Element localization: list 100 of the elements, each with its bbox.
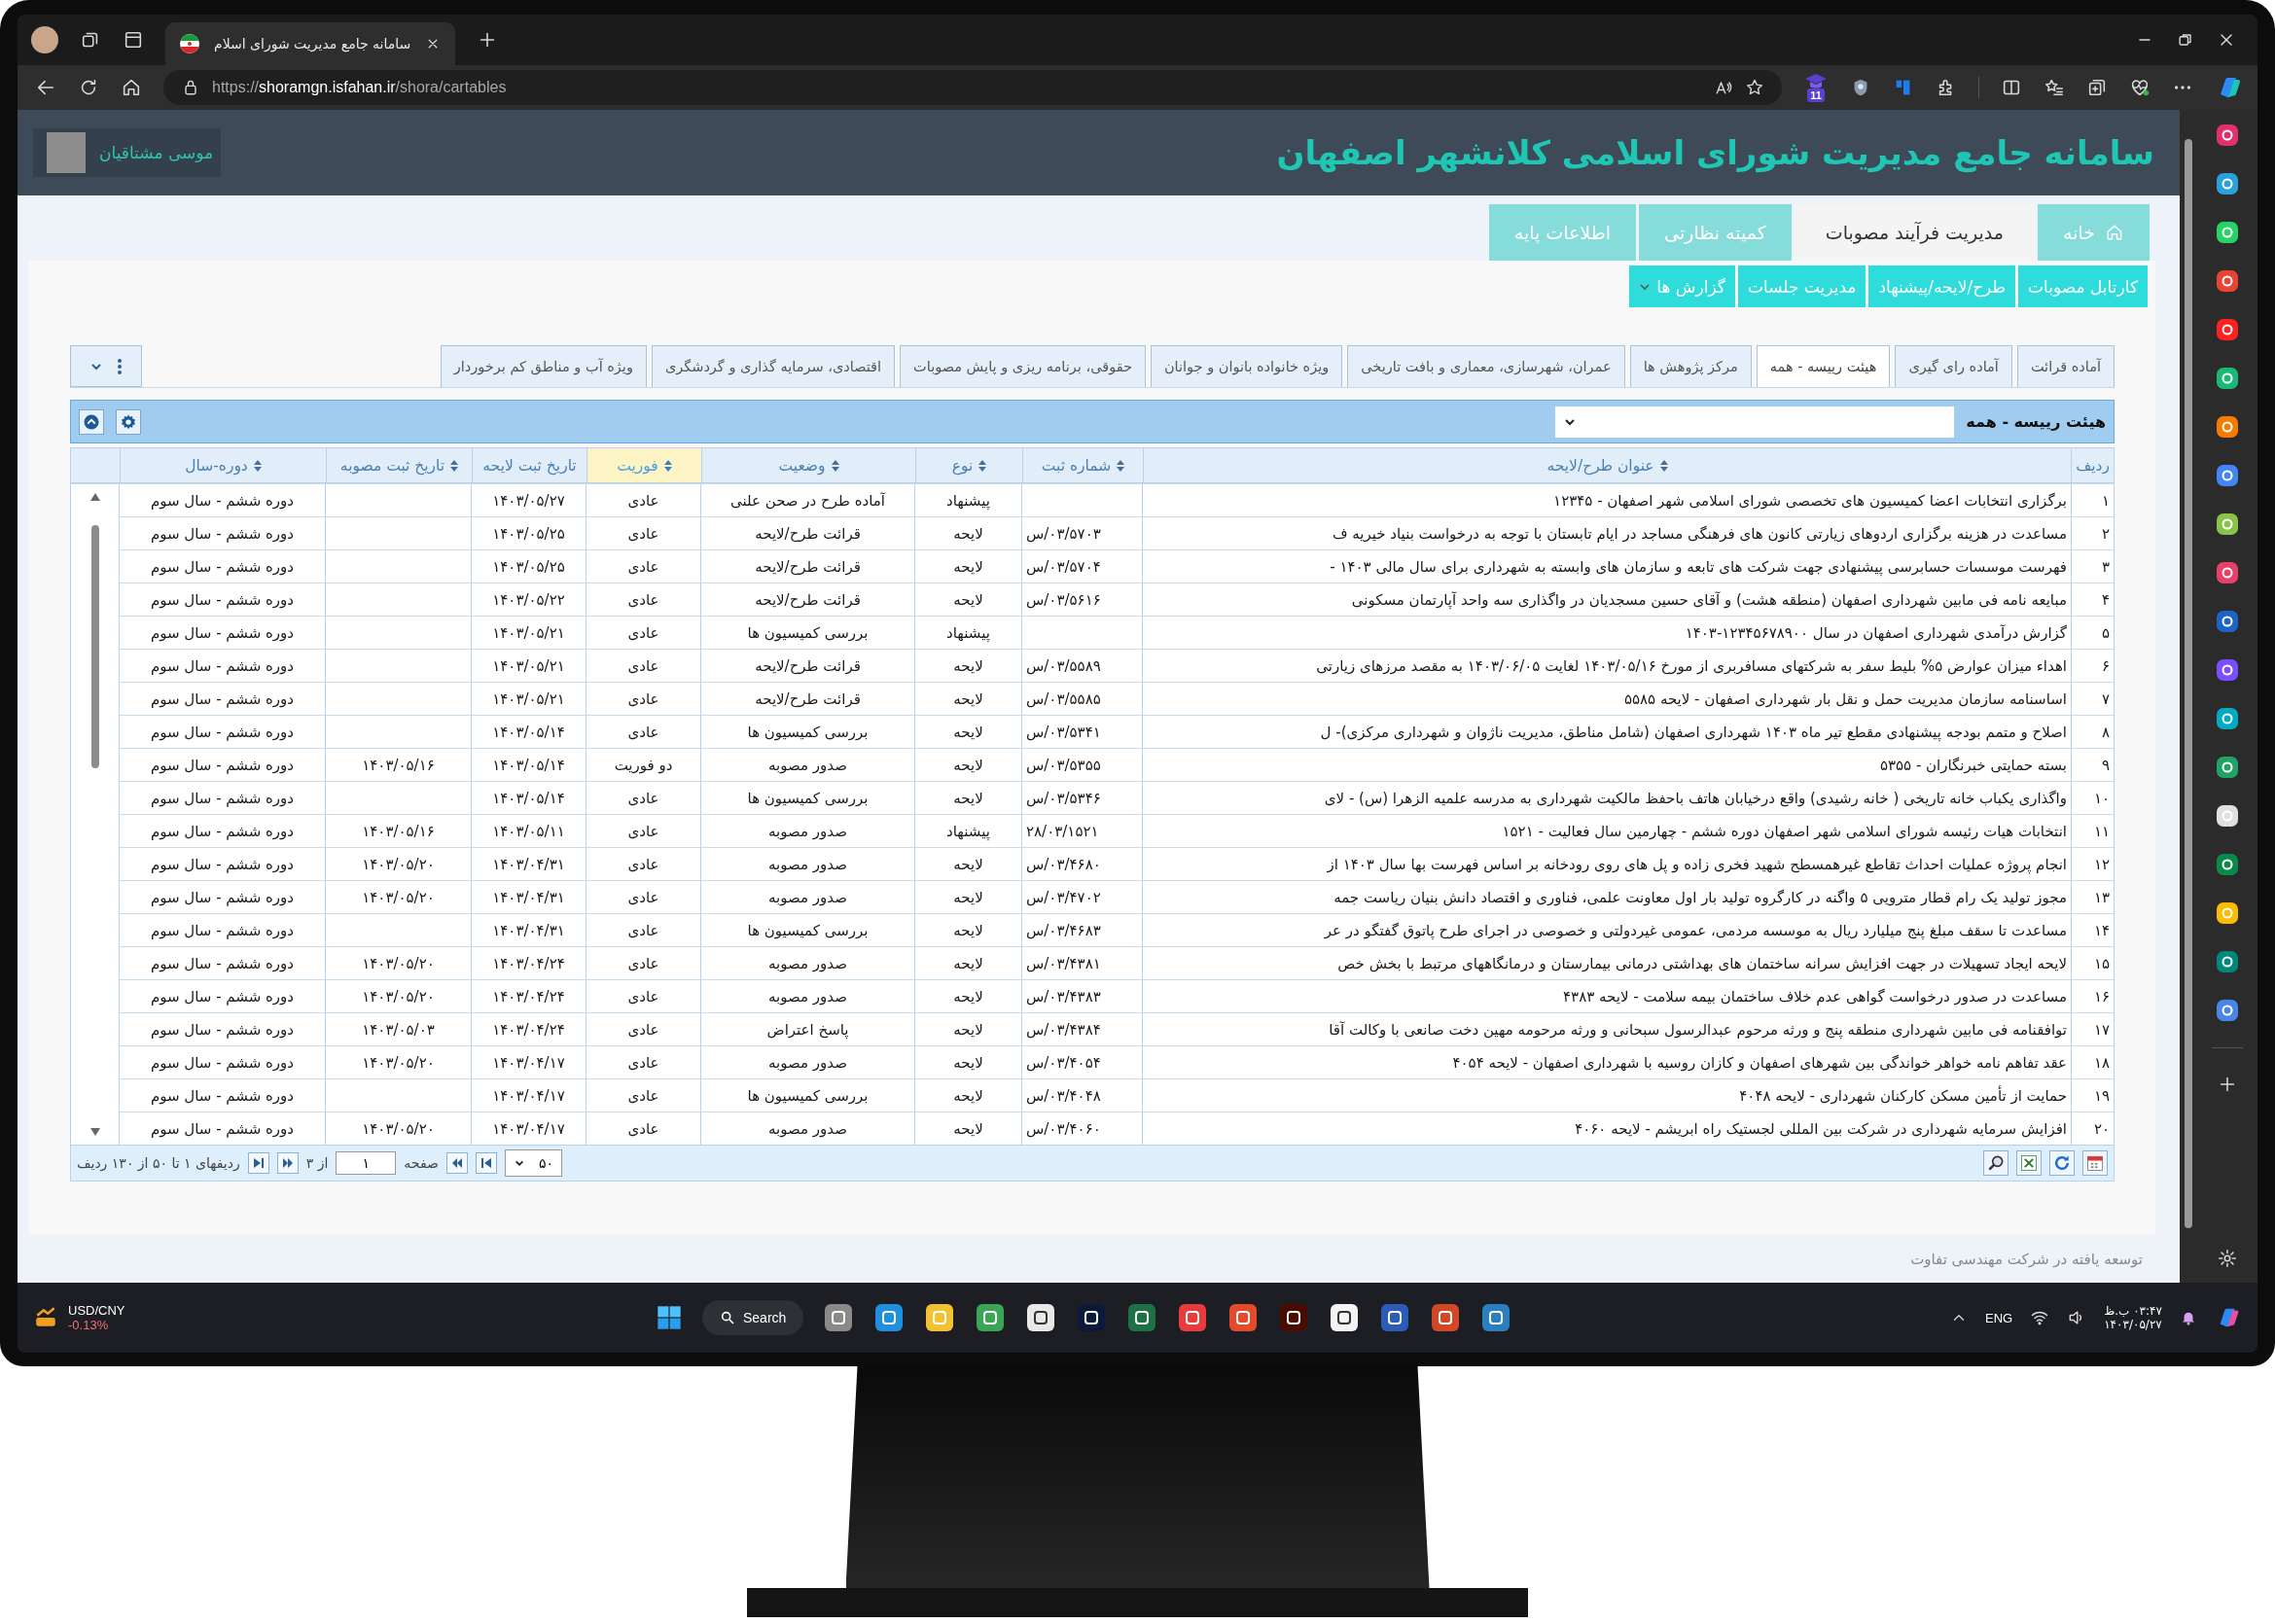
taskbar-app-icon[interactable] [1025,1302,1057,1333]
table-row[interactable]: ۹ بسته حمایتی خبرنگاران - ۵۳۵۵ س/۰۳/۵۳۵۵ لایحه صدور مصوبه دو فوریت ۱۴۰۳/۰۵/۱۴ ۱۴۰۳/۰۵/۱۶ دوره ششم - سال سوم [119,748,2114,781]
clock-time[interactable]: ۰۳:۴۷ ب.ظ [2104,1304,2162,1318]
sidebar-app-icon[interactable] [2216,610,2239,633]
last-page-button[interactable] [475,1152,497,1174]
category-tab[interactable]: آماده رای گیری [1895,345,2012,387]
sidebar-app-icon[interactable] [2216,999,2239,1022]
star-icon[interactable] [1745,78,1764,97]
tab-actions-icon[interactable] [123,29,144,51]
search-button[interactable] [1983,1150,2008,1176]
table-row[interactable]: ۶ اهداء میزان عوارض ۵% بلیط سفر به شرکتهای مسافربری از مورخ ۱۴۰۳/۰۵/۱۶ لغایت ۱۴۰۳/۰۶/۰۵ به مقصد مرزهای زیارتی س/۰۳/۵۵۸۹ لایحه قرائت طرح/لایحه عادی ۱۴۰۳/۰۵/۲۱ دوره ششم - سال سوم [119,649,2114,682]
table-row[interactable]: ۴ مبایعه نامه فی مابین شهرداری اصفهان (منطقه هشت) و آقای حسین مسجدیان در واگذاری سه واحد آپارتمان مسکونی س/۰۳/۵۶۱۶ لایحه قرائت طرح/لایحه عادی ۱۴۰۳/۰۵/۲۲ دوره ششم - سال سوم [119,583,2114,616]
category-tab[interactable]: مرکز پژوهش ها [1629,345,1752,387]
browser-tab[interactable]: سامانه جامع مدیریت شورای اسلام [165,22,456,65]
category-tab[interactable]: هیئت رییسه - همه [1756,345,1891,387]
sidebar-app-icon[interactable] [2216,561,2239,584]
sidebar-app-icon[interactable] [2216,853,2239,876]
sidebar-app-icon[interactable] [2216,804,2239,828]
search-button[interactable]: Search [702,1300,804,1335]
page-input[interactable]: ۱ [336,1151,397,1175]
category-tab[interactable]: ویژه آب و مناطق کم برخوردار [440,345,647,387]
taskbar-app-icon[interactable] [1227,1302,1260,1333]
table-row[interactable]: ۲ مساعدت در هزینه برگزاری اردوهای زیارتی کانون های فرهنگی مساجد در ایام تابستان با توجه به درخواست بنیاد خیریه ف س/۰۳/۵۷۰۳ لایحه قرائت طرح/لایحه عادی ۱۴۰۳/۰۵/۲۵ دوره ششم - سال سوم [119,516,2114,549]
sidebar-app-icon[interactable] [2216,950,2239,973]
language-indicator[interactable]: ENG [1984,1310,2013,1325]
collapse-button[interactable] [79,408,104,435]
category-tab[interactable]: اقتصادی، سرمایه گذاری و گردشگری [651,345,896,387]
category-tab[interactable]: ویژه خانواده بانوان و جوانان [1150,345,1343,387]
profile-avatar[interactable] [31,26,58,53]
table-row[interactable]: ۱۷ توافقنامه فی مابین شهرداری منطقه پنج و ورثه مرحوم عبدالرسول سبحانی و ورثه مرحومه مهین دخت صانعی با وکالت آقا س/۰۳/۴۳۸۴ لایحه پاسخ اعتراض عادی ۱۴۰۳/۰۴/۲۴ ۱۴۰۳/۰۵/۰۳ دوره ششم - سال سوم [119,1012,2114,1045]
table-row[interactable]: ۱۸ عقد تفاهم نامه خواهر خواندگی بین شهرهای اصفهان و کازان روسیه با شهرداری اصفهان - لایحه ۴۰۵۴ س/۰۳/۴۰۵۴ لایحه صدور مصوبه عادی ۱۴۰۳/۰۴/۱۷ ۱۴۰۳/۰۵/۲۰ دوره ششم - سال سوم [119,1045,2114,1078]
address-bar[interactable]: https://shoramgn.isfahan.ir/shora/cartables [163,70,1782,105]
table-row[interactable]: ۷ اساسنامه سازمان مدیریت حمل و نقل بار شهرداری اصفهان - لایحه ۵۵۸۵ س/۰۳/۵۵۸۵ لایحه قرائت طرح/لایحه عادی ۱۴۰۳/۰۵/۲۱ دوره ششم - سال سوم [119,682,2114,715]
taskbar-app-icon[interactable] [924,1302,956,1333]
table-row[interactable]: ۲۰ افزایش سرمایه شهرداری در شرکت بین المللی لجستیک راه ابریشم - لایحه ۴۰۶۰ س/۰۳/۴۰۶۰ لایحه صدور مصوبه عادی ۱۴۰۳/۰۴/۱۷ ۱۴۰۳/۰۵/۲۰ دوره ششم - سال سوم [119,1112,2114,1145]
column-header[interactable]: عنوان طرح/لایحه [1143,448,2071,482]
taskbar-app-icon[interactable] [1480,1302,1512,1333]
column-header[interactable]: تاریخ ثبت لایحه [472,448,587,482]
nav-tab[interactable]: مدیریت فرآیند مصوبات [1794,204,2035,261]
sidebar-app-icon[interactable] [2216,415,2239,439]
sidebar-app-icon[interactable] [2216,221,2239,244]
sidebar-app-icon[interactable] [2216,658,2239,682]
sidebar-app-icon[interactable] [2216,512,2239,536]
sidebar-app-icon[interactable] [2216,707,2239,730]
table-row[interactable]: ۳ فهرست موسسات حسابرسی پیشنهادی جهت شرکت های تابعه و سازمان های وابسته به شهرداری برای سال مالی ۱۴۰۳ - س/۰۳/۵۷۰۴ لایحه قرائت طرح/لایحه عادی ۱۴۰۳/۰۵/۲۵ دوره ششم - سال سوم [119,549,2114,583]
taskbar-app-icon[interactable] [873,1302,906,1333]
home-icon[interactable] [121,77,142,98]
page-size-select[interactable]: ۵۰ [504,1149,562,1177]
spreadsheet-button[interactable] [2016,1150,2042,1176]
heartbeat-icon[interactable] [2129,77,2151,98]
sidebar-app-icon[interactable] [2216,464,2239,487]
table-row[interactable]: ۱۵ لایحه ایجاد تسهیلات در جهت افزایش سرانه ساختمان های بهداشتی درمانی بیمارستان و درمانگاههای مرتبط با بخش خص س/۰۳/۴۳۸۱ لایحه صدور مصوبه عادی ۱۴۰۳/۰۴/۲۴ ۱۴۰۳/۰۵/۲۰ دوره ششم - سال سوم [119,946,2114,979]
start-icon[interactable] [656,1304,683,1331]
sidebar-app-icon[interactable] [2216,172,2239,195]
table-row[interactable]: ۱۳ مجوز تولید یک رام قطار مترویی ۵ واگنه در کارگروه تولید بار اول معاونت علمی، فناوری و اقتصاد دانش بنیان ریاست جمه س/۰۳/۴۷۰۲ لایحه صدور مصوبه عادی ۱۴۰۳/۰۴/۳۱ ۱۴۰۳/۰۵/۲۰ دوره ششم - سال سوم [119,880,2114,913]
scroll-down-icon[interactable] [89,1127,101,1137]
taskbar-app-icon[interactable] [1278,1302,1310,1333]
calendar-button[interactable] [2082,1150,2108,1176]
taskbar-app-icon[interactable] [1379,1302,1411,1333]
taskbar-app-icon[interactable] [1076,1302,1108,1333]
column-header[interactable]: شماره ثبت [1022,448,1143,482]
taskbar-app-icon[interactable] [823,1302,855,1333]
sidebar-app-icon[interactable] [2216,269,2239,293]
table-row[interactable]: ۵ گزارش درآمدی شهرداری اصفهان در سال ۱۲۳۴۵۶۷۸۹۰۰-۱۴۰۳ پیشنهاد بررسی کمیسیون ها عادی ۱۴۰۳/۰۵/۲۱ دوره ششم - سال سوم [119,616,2114,649]
category-tab[interactable]: آماده قرائت [2016,345,2115,387]
table-row[interactable]: ۱ برگزاری انتخابات اعضا کمیسیون های تخصصی شورای اسلامی شهر اصفهان - ۱۲۳۴۵ پیشنهاد آماده طرح در صحن علنی عادی ۱۴۰۳/۰۵/۲۷ دوره ششم - سال سوم [119,483,2114,516]
collections-icon[interactable] [2086,77,2108,98]
sidebar-app-icon[interactable] [2216,901,2239,925]
taskbar-app-icon[interactable] [1329,1302,1361,1333]
column-header[interactable]: نوع [915,448,1022,482]
taskbar-app-icon[interactable] [1126,1302,1158,1333]
sidebar-app-icon[interactable] [2216,318,2239,341]
table-row[interactable]: ۱۴ مساعدت تا سقف مبلغ پنج میلیارد ریال به موسسه مردمی، عمومی غیردولتی و خصوصی در اجرای طرح پاتوق گفتگو در عر س/۰۳/۴۶۸۳ لایحه بررسی کمیسیون ها عادی ۱۴۰۳/۰۴/۳۱ دوره ششم - سال سوم [119,913,2114,946]
column-header[interactable]: ردیف [2071,448,2114,482]
category-tab[interactable]: عمران، شهرسازی، معماری و بافت تاریخی [1347,345,1625,387]
sidebar-app-icon[interactable] [2216,367,2239,390]
taskbar-app-icon[interactable] [1430,1302,1462,1333]
table-row[interactable]: ۱۱ انتخابات هیات رئیسه شورای اسلامی شهر اصفهان دوره ششم - چهارمین سال فعالیت - ۱۵۲۱ ۲۸/۰۳/۱۵۲۱ پیشنهاد صدور مصوبه عادی ۱۴۰۳/۰۵/۱۱ ۱۴۰۳/۰۵/۱۶ دوره ششم - سال سوم [119,814,2114,847]
graduation-cap-icon[interactable] [1803,73,1829,88]
category-tab[interactable]: حقوقی، برنامه ریزی و پایش مصوبات [900,345,1146,387]
table-row[interactable]: ۱۲ انجام پروژه عملیات احداث تقاطع غیرهمسطح شهید فخری زاده و پل های روی رودخانه بر اساس فهرست بها سال ۱۴۰۳ از س/۰۳/۴۶۸۰ لایحه صدور مصوبه عادی ۱۴۰۳/۰۴/۳۱ ۱۴۰۳/۰۵/۲۰ دوره ششم - سال سوم [119,847,2114,880]
sidebar-app-icon[interactable] [2216,756,2239,779]
scroll-thumb[interactable] [90,525,99,768]
refresh-button[interactable] [2049,1150,2075,1176]
column-header[interactable]: تاریخ ثبت مصوبه [326,448,472,482]
scroll-up-icon[interactable] [89,492,101,502]
table-row[interactable]: ۱۰ واگذاری یکباب خانه تاریخی ( خانه رشیدی) واقع درخیابان هاتف باحفظ مالکیت شهرداری به مدرسه علمیه الزهرا (س) - لای س/۰۳/۵۳۴۶ لایحه بررسی کمیسیون ها عادی ۱۴۰۳/۰۵/۱۴ دوره ششم - سال سوم [119,781,2114,814]
taskbar-app-icon[interactable] [1177,1302,1209,1333]
clock-date[interactable]: ۱۴۰۳/۰۵/۲۷ [2104,1318,2162,1331]
next-page-button[interactable] [445,1152,468,1174]
taskbar-app-icon[interactable] [975,1302,1007,1333]
table-row[interactable]: ۱۶ مساعدت در صدور درخواست گواهی عدم خلاف ساختمان بیمه سلامت - لایحه ۴۳۸۳ س/۰۳/۴۳۸۳ لایحه صدور مصوبه عادی ۱۴۰۳/۰۴/۲۴ ۱۴۰۳/۰۵/۲۰ دوره ششم - سال سوم [119,979,2114,1012]
table-row[interactable]: ۸ اصلاح و متمم بودجه پیشنهادی مقطع تیر ماه ۱۴۰۳ شهرداری اصفهان (شامل مناطق، مدیریت ناژوان و شهرداری مرکزی)- ل س/۰۳/۵۳۴۱ لایحه بررسی کمیسیون ها عادی ۱۴۰۳/۰۵/۱۴ دوره ششم - سال سوم [119,715,2114,748]
previous-page-button[interactable] [276,1152,299,1174]
sidebar-app-icon[interactable] [2216,124,2239,147]
settings-button[interactable] [116,408,141,435]
table-row[interactable]: ۱۹ حمایت از تأمین مسکن کارکنان شهرداری - لایحه ۴۰۴۸ س/۰۳/۴۰۴۸ لایحه بررسی کمیسیون ها عادی ۱۴۰۳/۰۴/۱۷ دوره ششم - سال سوم [119,1078,2114,1112]
first-page-button[interactable] [247,1152,269,1174]
column-header[interactable]: دوره-سال [120,448,326,482]
settings-icon[interactable] [2217,1248,2238,1269]
